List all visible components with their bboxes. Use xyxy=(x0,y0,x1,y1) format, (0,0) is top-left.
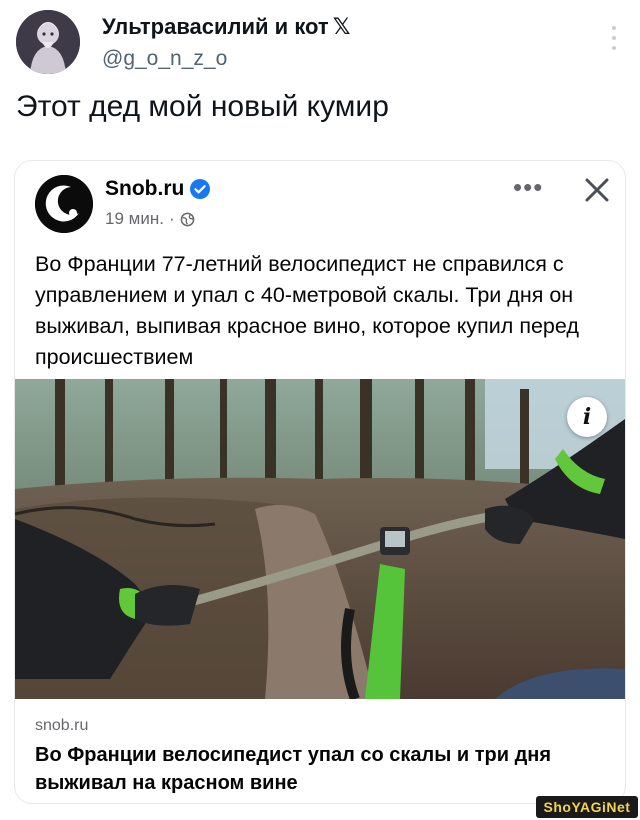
snob-logo[interactable] xyxy=(35,175,93,233)
author-handle[interactable]: @g_o_n_z_o xyxy=(102,47,227,71)
meta-separator: · xyxy=(168,209,175,228)
more-options-icon[interactable] xyxy=(608,26,620,50)
x-logo-icon: 𝕏 xyxy=(332,14,351,39)
mountain-bike-trail-image xyxy=(15,379,625,699)
post-meta: 19 мин. · xyxy=(105,209,195,229)
page-name[interactable]: Snob.ru xyxy=(105,177,211,201)
author-name-text[interactable]: Ультравасилий и кот xyxy=(102,14,329,39)
post-photo[interactable]: i xyxy=(15,379,625,699)
info-button[interactable]: i xyxy=(567,397,607,437)
author-name[interactable]: Ультравасилий и кот 𝕏 xyxy=(102,14,350,40)
embedded-post-card[interactable]: Snob.ru 19 мин. · ••• Во Франции 77-летн… xyxy=(14,160,626,804)
link-title[interactable]: Во Франции велосипедист упал со скалы и … xyxy=(35,741,595,797)
tweet-text: Этот дед мой новый кумир xyxy=(16,90,389,123)
close-icon[interactable] xyxy=(582,175,612,205)
post-body: Во Франции 77-летний велосипедист не спр… xyxy=(35,252,579,369)
post-time[interactable]: 19 мин. xyxy=(105,209,164,229)
verified-badge-icon xyxy=(190,179,211,199)
public-globe-icon xyxy=(180,212,194,226)
link-domain[interactable]: snob.ru xyxy=(35,717,88,735)
post-more-button[interactable]: ••• xyxy=(513,174,543,200)
site-watermark: ShoYAGiNet xyxy=(536,796,638,818)
author-avatar[interactable] xyxy=(16,10,80,74)
page-name-text[interactable]: Snob.ru xyxy=(105,177,184,201)
